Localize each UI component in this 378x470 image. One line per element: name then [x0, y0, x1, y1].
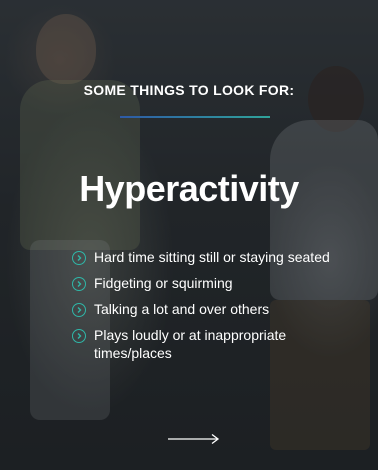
- info-card: SOME THINGS TO LOOK FOR: Hyperactivity H…: [0, 0, 378, 470]
- gradient-divider: [120, 116, 270, 118]
- kicker-heading: SOME THINGS TO LOOK FOR:: [83, 82, 295, 98]
- list-item-text: Hard time sitting still or staying seate…: [94, 249, 330, 265]
- circle-chevron-right-icon: [72, 303, 86, 317]
- list-item-text: Plays loudly or at inappropriate times/p…: [94, 327, 287, 361]
- list-item-text: Talking a lot and over others: [94, 301, 270, 317]
- circle-chevron-right-icon: [72, 277, 86, 291]
- card-content: SOME THINGS TO LOOK FOR: Hyperactivity H…: [0, 0, 378, 470]
- circle-chevron-right-icon: [72, 251, 86, 265]
- symptom-list: Hard time sitting still or staying seate…: [72, 248, 332, 370]
- list-item-text: Fidgeting or squirming: [94, 275, 233, 291]
- list-item: Hard time sitting still or staying seate…: [72, 248, 332, 266]
- list-item: Plays loudly or at inappropriate times/p…: [72, 326, 332, 362]
- page-title: Hyperactivity: [79, 168, 299, 209]
- circle-chevron-right-icon: [72, 329, 86, 343]
- list-item: Talking a lot and over others: [72, 300, 332, 318]
- list-item: Fidgeting or squirming: [72, 274, 332, 292]
- arrow-right-icon[interactable]: [168, 432, 220, 446]
